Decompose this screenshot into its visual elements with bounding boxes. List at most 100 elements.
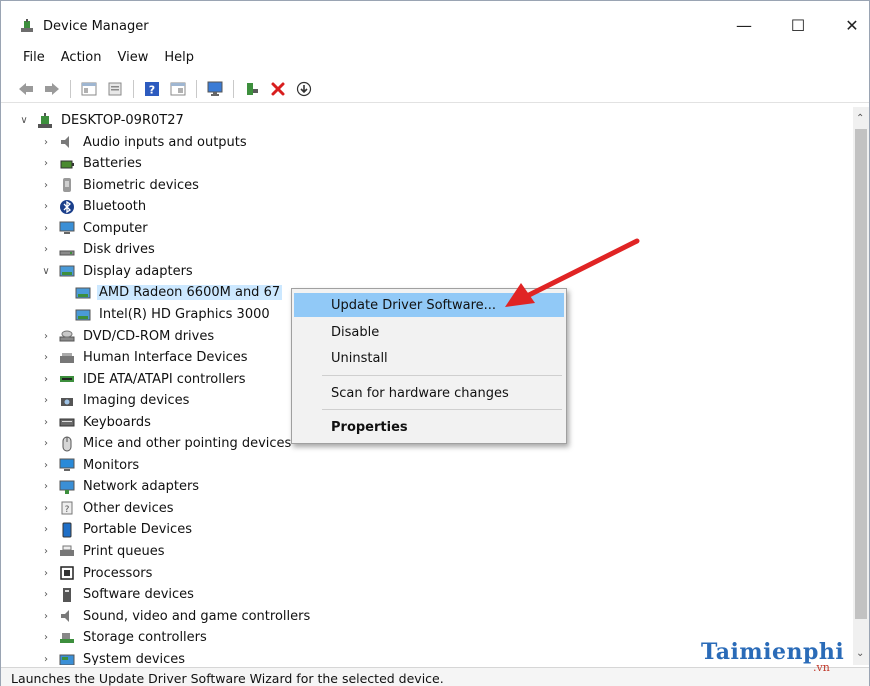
tree-item-label: Audio inputs and outputs xyxy=(83,134,247,150)
chevron-down-icon[interactable]: ∨ xyxy=(39,264,53,278)
uninstall-menu-item[interactable]: Uninstall xyxy=(294,346,564,370)
vertical-scrollbar[interactable]: ⌃ ⌄ xyxy=(853,107,869,665)
display-adapter-icon xyxy=(75,287,91,299)
toolbar-separator xyxy=(70,79,71,98)
enable-device-toolbar-button[interactable] xyxy=(293,78,315,100)
tree-item-label: DVD/CD-ROM drives xyxy=(83,328,215,344)
toolbar: ? xyxy=(1,75,869,103)
update-driver-toolbar-button[interactable] xyxy=(241,78,263,100)
chevron-right-icon[interactable]: › xyxy=(39,372,53,386)
window-view-icon xyxy=(170,82,186,95)
tree-item[interactable]: › Software devices xyxy=(39,584,196,605)
update-driver-icon xyxy=(247,82,258,95)
chevron-right-icon[interactable]: › xyxy=(39,329,53,343)
toolbar-separator xyxy=(196,79,197,98)
tree-item[interactable]: › Audio inputs and outputs xyxy=(39,132,249,153)
back-button[interactable] xyxy=(15,78,37,100)
minimize-button[interactable]: — xyxy=(724,11,764,39)
tree-item-label: AMD Radeon 6600M and 67 xyxy=(97,285,283,301)
properties-icon xyxy=(108,82,122,95)
chevron-right-icon[interactable]: › xyxy=(39,200,53,214)
maximize-button[interactable]: ☐ xyxy=(778,11,818,39)
chevron-right-icon[interactable]: › xyxy=(39,566,53,580)
chevron-right-icon[interactable]: › xyxy=(39,480,53,494)
tree-item[interactable]: › Batteries xyxy=(39,153,144,174)
help-toolbar-button[interactable]: ? xyxy=(141,78,163,100)
chevron-right-icon[interactable]: › xyxy=(39,523,53,537)
show-hide-console-tree-button[interactable] xyxy=(78,78,100,100)
tree-item-label: Imaging devices xyxy=(83,393,190,409)
chevron-right-icon[interactable]: › xyxy=(39,588,53,602)
chevron-right-icon[interactable]: › xyxy=(39,135,53,149)
chevron-down-icon[interactable]: ∨ xyxy=(17,114,31,128)
ide-controller-icon xyxy=(60,376,74,383)
tree-item[interactable]: Intel(R) HD Graphics 3000 xyxy=(69,304,272,325)
tree-item[interactable]: ∨ Display adapters xyxy=(39,261,195,282)
chevron-right-icon[interactable]: › xyxy=(39,351,53,365)
menu-help[interactable]: Help xyxy=(156,47,202,69)
disable-menu-item[interactable]: Disable xyxy=(294,320,564,344)
toolbar-separator xyxy=(233,79,234,98)
tree-item-label: Mice and other pointing devices xyxy=(83,436,292,452)
red-x-icon xyxy=(271,82,285,95)
scroll-down-icon[interactable]: ⌄ xyxy=(856,648,864,659)
scan-hardware-button[interactable] xyxy=(204,78,226,100)
tree-item[interactable]: › Human Interface Devices xyxy=(39,347,250,368)
tree-item[interactable]: › Disk drives xyxy=(39,239,157,260)
display-adapter-icon xyxy=(75,309,91,320)
chevron-right-icon[interactable]: › xyxy=(39,178,53,192)
forward-button[interactable] xyxy=(41,78,63,100)
close-button[interactable]: ✕ xyxy=(832,11,870,39)
chevron-right-icon[interactable]: › xyxy=(39,631,53,645)
tree-item[interactable]: › DVD/CD-ROM drives xyxy=(39,326,216,347)
tree-item[interactable]: › IDE ATA/ATAPI controllers xyxy=(39,369,248,390)
menu-view[interactable]: View xyxy=(109,47,156,69)
chevron-right-icon[interactable]: › xyxy=(39,609,53,623)
chevron-right-icon[interactable]: › xyxy=(39,157,53,171)
chevron-right-icon[interactable]: › xyxy=(39,394,53,408)
chevron-right-icon[interactable]: › xyxy=(39,652,53,665)
tree-item[interactable]: › Monitors xyxy=(39,455,141,476)
tree-item[interactable]: › Storage controllers xyxy=(39,627,209,648)
tree-item[interactable]: › Biometric devices xyxy=(39,175,201,196)
tree-item[interactable]: › Network adapters xyxy=(39,476,201,497)
menu-action[interactable]: Action xyxy=(53,47,110,69)
tree-item[interactable]: › Portable Devices xyxy=(39,519,194,540)
chevron-right-icon[interactable]: › xyxy=(39,243,53,257)
scan-hardware-changes-menu-item[interactable]: Scan for hardware changes xyxy=(294,381,564,405)
tree-item-label: Batteries xyxy=(83,156,142,172)
tree-item-label: Intel(R) HD Graphics 3000 xyxy=(99,307,270,322)
tree-item[interactable]: › Sound, video and game controllers xyxy=(39,606,312,627)
back-arrow-icon xyxy=(19,82,33,95)
properties-toolbar-button[interactable] xyxy=(104,78,126,100)
tree-item[interactable]: › Bluetooth xyxy=(39,196,148,217)
tree-root[interactable]: ∨ DESKTOP-09R0T27 xyxy=(17,110,186,131)
view-toolbar-button[interactable] xyxy=(167,78,189,100)
tree-item[interactable]: › Print queues xyxy=(39,541,167,562)
tree-item-label: Keyboards xyxy=(83,414,151,430)
tree-item-label: IDE ATA/ATAPI controllers xyxy=(83,371,246,387)
tree-item[interactable]: › Mice and other pointing devices xyxy=(39,433,293,454)
chevron-right-icon[interactable]: › xyxy=(39,545,53,559)
printer-icon xyxy=(60,545,74,556)
tree-item[interactable]: › Imaging devices xyxy=(39,390,191,411)
properties-menu-item[interactable]: Properties xyxy=(294,415,564,439)
tree-item[interactable]: › System devices xyxy=(39,649,187,665)
scrollbar-thumb[interactable] xyxy=(855,129,867,619)
battery-icon xyxy=(60,160,74,169)
chevron-right-icon[interactable]: › xyxy=(39,437,53,451)
tree-item[interactable]: › Keyboards xyxy=(39,412,153,433)
red-arrow-annotation xyxy=(505,238,640,307)
uninstall-toolbar-button[interactable] xyxy=(267,78,289,100)
unknown-device-icon: ? xyxy=(61,501,73,515)
chevron-right-icon[interactable]: › xyxy=(39,221,53,235)
tree-item[interactable]: › Processors xyxy=(39,563,154,584)
chevron-right-icon[interactable]: › xyxy=(39,458,53,472)
tree-item[interactable]: AMD Radeon 6600M and 67 xyxy=(69,282,283,303)
chevron-right-icon[interactable]: › xyxy=(39,501,53,515)
scroll-up-icon[interactable]: ⌃ xyxy=(856,113,864,124)
menu-file[interactable]: File xyxy=(15,47,53,69)
chevron-right-icon[interactable]: › xyxy=(39,415,53,429)
tree-item[interactable]: ›? Other devices xyxy=(39,498,176,519)
tree-item[interactable]: › Computer xyxy=(39,218,150,239)
